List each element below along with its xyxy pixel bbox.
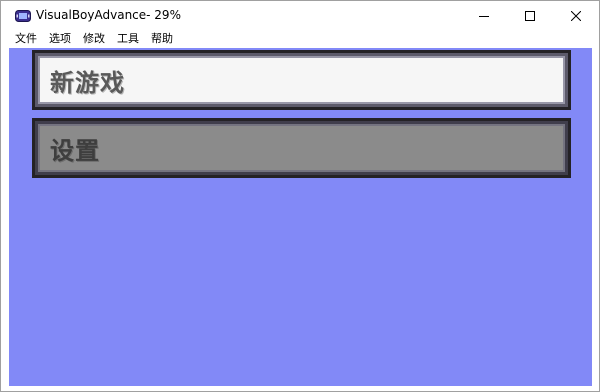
menu-help[interactable]: 帮助 xyxy=(145,30,179,48)
settings-label: 设置 xyxy=(38,124,565,172)
gba-app-icon xyxy=(15,8,31,22)
menu-file[interactable]: 文件 xyxy=(9,30,43,48)
app-window: VisualBoyAdvance- 29% 文件 选项 修改 工具 帮助 新游戏 xyxy=(0,0,600,392)
menu-options[interactable]: 选项 xyxy=(43,30,77,48)
close-icon xyxy=(571,10,581,21)
title-bar[interactable]: VisualBoyAdvance- 29% xyxy=(1,1,599,30)
menu-tools[interactable]: 工具 xyxy=(111,30,145,48)
settings-button[interactable]: 设置 xyxy=(32,118,571,178)
new-game-button[interactable]: 新游戏 xyxy=(32,50,571,110)
maximize-button[interactable] xyxy=(507,1,553,30)
minimize-button[interactable] xyxy=(461,1,507,30)
new-game-label: 新游戏 xyxy=(38,56,565,104)
maximize-icon xyxy=(525,10,535,21)
menu-bar: 文件 选项 修改 工具 帮助 xyxy=(1,30,599,48)
menu-cheats[interactable]: 修改 xyxy=(77,30,111,48)
close-button[interactable] xyxy=(553,1,599,30)
game-screen[interactable]: 新游戏 设置 xyxy=(9,48,592,386)
minimize-icon xyxy=(479,11,489,21)
window-title: VisualBoyAdvance- 29% xyxy=(36,8,181,22)
